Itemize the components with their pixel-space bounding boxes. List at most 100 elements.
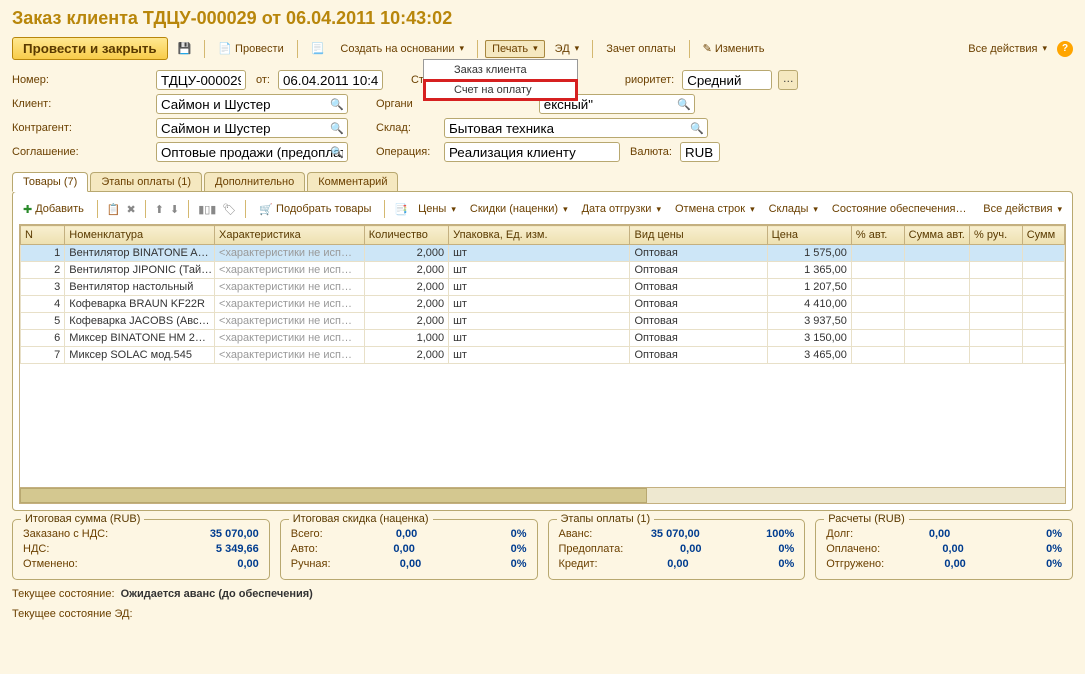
discounts-button[interactable]: Скидки (наценки)▾ [466,202,572,216]
col-pack[interactable]: Упаковка, Ед. изм. [449,226,630,245]
edit-icon: ✎ [703,42,712,55]
magnify-icon[interactable]: 🔍 [690,122,704,135]
col-ruch[interactable]: % руч. [970,226,1023,245]
tab-payment-stages[interactable]: Этапы оплаты (1) [90,172,202,191]
warehouse-label: Склад: [376,122,436,134]
date-field[interactable] [278,70,383,90]
print-menu-order[interactable]: Заказ клиента [424,60,577,80]
panel-total: Итоговая сумма (RUB) Заказано с НДС:35 0… [12,519,270,580]
table-row[interactable]: 7Миксер SOLAC мод.545<характеристики не … [21,347,1065,364]
operation-label: Операция: [376,146,436,158]
client-field[interactable] [156,94,348,114]
contragent-label: Контрагент: [12,122,152,134]
number-field[interactable] [156,70,246,90]
delete-icon[interactable]: ✖ [127,203,136,216]
col-price[interactable]: Цена [767,226,851,245]
panel-settlements-title: Расчеты (RUB) [824,513,909,525]
col-avt[interactable]: % авт. [851,226,904,245]
panel-discount: Итоговая скидка (наценка) Всего:0,000% А… [280,519,538,580]
page-title: Заказ клиента ТДЦУ-000029 от 06.04.2011 … [0,0,1085,33]
magnify-icon[interactable]: 🔍 [330,146,344,159]
col-n[interactable]: N [21,226,65,245]
magnify-icon[interactable]: 🔍 [330,98,344,111]
print-dropdown-menu: Заказ клиента Счет на оплату [423,59,578,101]
all-actions-button[interactable]: Все действия▾ [962,41,1053,57]
conduct-icon: 📄 [218,42,232,55]
table-row[interactable]: 4Кофеварка BRAUN KF22R<характеристики не… [21,296,1065,313]
table-row[interactable]: 2Вентилятор JIPONIC (Тай…<характеристики… [21,262,1065,279]
priority-picker[interactable]: … [778,70,798,90]
table-row[interactable]: 5Кофеварка JACOBS (Авс…<характеристики н… [21,313,1065,330]
panel-settlements: Расчеты (RUB) Долг:0,000% Оплачено:0,000… [815,519,1073,580]
magnify-icon[interactable]: 🔍 [330,122,344,135]
from-label: от: [256,74,270,86]
status-line-1: Текущее состояние: Ожидается аванс (до о… [0,584,1085,604]
table-row[interactable]: 6Миксер BINATONE HM 2…<характеристики не… [21,330,1065,347]
change-button[interactable]: ✎Изменить [697,40,771,57]
agreement-label: Соглашение: [12,146,152,158]
new-doc-icon[interactable]: 📃 [305,40,331,57]
print-menu-invoice[interactable]: Счет на оплату [424,80,577,100]
conduct-close-button[interactable]: Провести и закрыть [12,37,168,60]
agreement-field[interactable] [156,142,348,162]
chevron-down-icon: ▾ [460,43,465,54]
contragent-field[interactable] [156,118,348,138]
magnify-icon[interactable]: 🔍 [677,98,691,111]
panel-stages-title: Этапы оплаты (1) [557,513,655,525]
ed-button[interactable]: ЭД▾ [549,41,586,57]
h-scrollbar[interactable] [20,487,1065,503]
client-label: Клиент: [12,98,152,110]
print-button[interactable]: Печать▾ [485,40,545,58]
prices-button[interactable]: Цены▾ [414,202,460,216]
panel-total-title: Итоговая сумма (RUB) [21,513,144,525]
panel-stages: Этапы оплаты (1) Аванс:35 070,00100% Пре… [548,519,806,580]
org-label: Органи [376,98,413,110]
save-icon[interactable]: 💾 [172,40,198,57]
down-icon[interactable]: ⬇ [170,203,179,216]
table-row[interactable]: 1Вентилятор BINATONE A…<характеристики н… [21,245,1065,262]
col-char[interactable]: Характеристика [215,226,365,245]
help-icon[interactable]: ? [1057,41,1073,57]
status-line-2: Текущее состояние ЭД: [0,604,1085,624]
create-based-button[interactable]: Создать на основании▾ [334,41,470,57]
col-sum[interactable]: Сумм [1022,226,1064,245]
credit-button[interactable]: Зачет оплаты [600,41,681,57]
up-icon[interactable]: ⬆ [155,203,164,216]
ship-date-button[interactable]: Дата отгрузки▾ [578,202,665,216]
doc-icon[interactable]: 📑 [394,203,408,216]
col-sum-avt[interactable]: Сумма авт. [904,226,969,245]
priority-field[interactable] [682,70,772,90]
tag-icon[interactable]: 🏷 [222,203,236,216]
goods-table: N Номенклатура Характеристика Количество… [20,225,1065,364]
goods-table-wrap: N Номенклатура Характеристика Количество… [19,224,1066,504]
add-button[interactable]: ✚Добавить [19,202,88,217]
conduct-button[interactable]: 📄Провести [212,40,289,57]
main-toolbar: Провести и закрыть 💾 📄Провести 📃 Создать… [0,33,1085,68]
basket-icon: 🛒 [259,203,273,216]
chevron-down-icon: ▾ [575,43,580,54]
tab-comment[interactable]: Комментарий [307,172,398,191]
col-qty[interactable]: Количество [364,226,448,245]
col-name[interactable]: Номенклатура [65,226,215,245]
priority-label: риоритет: [625,74,674,86]
col-price-type[interactable]: Вид цены [630,226,767,245]
warehouse-field[interactable] [444,118,708,138]
panel-discount-title: Итоговая скидка (наценка) [289,513,433,525]
table-row[interactable]: 3Вентилятор настольный<характеристики не… [21,279,1065,296]
tab-additional[interactable]: Дополнительно [204,172,305,191]
operation-field[interactable] [444,142,620,162]
pick-goods-button[interactable]: 🛒Подобрать товары [255,202,375,217]
currency-label: Валюта: [630,146,672,158]
copy-icon[interactable]: 📋 [107,203,121,216]
currency-field[interactable] [680,142,720,162]
supply-button[interactable]: Состояние обеспечения… [828,202,971,216]
tab-goods[interactable]: Товары (7) [12,172,88,192]
tab-strip: Товары (7) Этапы оплаты (1) Дополнительн… [0,168,1085,191]
barcode-icon[interactable]: ▮▯▮ [198,203,216,216]
cancel-lines-button[interactable]: Отмена строк▾ [671,202,759,216]
number-label: Номер: [12,74,152,86]
goods-toolbar: ✚Добавить 📋 ✖ ⬆ ⬇ ▮▯▮ 🏷 🛒Подобрать товар… [19,198,1066,224]
chevron-down-icon: ▾ [1042,43,1047,54]
warehouses-button[interactable]: Склады▾ [765,202,822,216]
all-actions-inner-button[interactable]: Все действия▾ [979,202,1066,216]
